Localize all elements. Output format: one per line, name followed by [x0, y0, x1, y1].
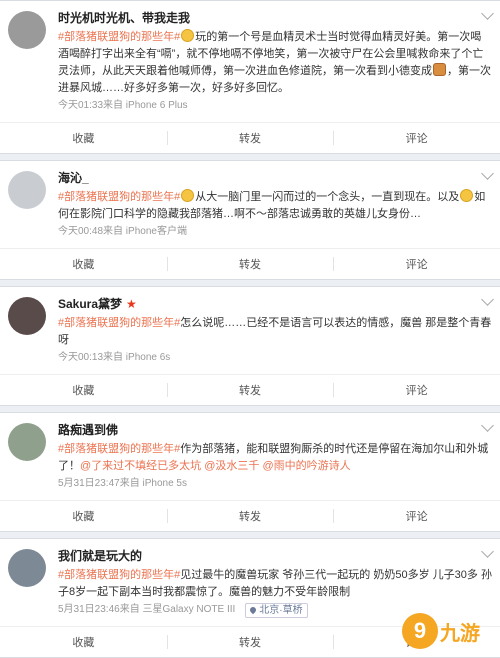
repost-button[interactable]: 转发 [166, 501, 334, 531]
post-content: 海沁_ #部落猪联盟狗的那些年# 从大一脑门里一闪而过的一个念头，一直到现在。以及如… [58, 169, 492, 240]
post-source: 来自 iPhone 5s [119, 478, 187, 489]
post-body: Sakura黛梦 ★ #部落猪联盟狗的那些年#怎么说呢……已经不是语言可以表达的情感… [0, 287, 500, 366]
location-pin-icon [249, 605, 258, 615]
post-text: #部落猪联盟狗的那些年#作为部落猪，能和联盟狗厮杀的时代还是停留在海加尔山和外城… [58, 441, 492, 475]
post-body: 海沁_ #部落猪联盟狗的那些年# 从大一脑门里一闪而过的一个念头，一直到现在。以及如… [0, 161, 500, 240]
hashtag-link[interactable]: #部落猪联盟狗的那些年# [58, 569, 180, 581]
action-bar: 收藏转发评论 [0, 248, 500, 279]
watermark-mark: 9 [402, 613, 438, 649]
post-source: 来自 iPhone 6 Plus [103, 100, 188, 111]
repost-button[interactable]: 转发 [166, 249, 334, 279]
post-source: 来自 iPhone 6s [103, 352, 171, 363]
post-body: 我们就是玩大的 #部落猪联盟狗的那些年#见过最牛的魔兽玩家 爷孙三代一起玩的 奶奶… [0, 539, 500, 618]
hashtag-link[interactable]: #部落猪联盟狗的那些年# [58, 191, 180, 203]
cat-face-emoji-icon [433, 63, 446, 76]
username-row: 海沁_ [58, 169, 492, 187]
post-content: 路痴遇到佛 #部落猪联盟狗的那些年#作为部落猪，能和联盟狗厮杀的时代还是停留在海加… [58, 421, 492, 492]
username-row: 我们就是玩大的 [58, 547, 492, 565]
post-text: #部落猪联盟狗的那些年#见过最牛的魔兽玩家 爷孙三代一起玩的 奶奶50多岁 儿子… [58, 567, 492, 601]
hashtag-link[interactable]: #部落猪联盟狗的那些年# [58, 317, 180, 329]
post-content: Sakura黛梦 ★ #部落猪联盟狗的那些年#怎么说呢……已经不是语言可以表达的情感… [58, 295, 492, 366]
repost-button[interactable]: 转发 [166, 375, 334, 405]
username-row: 时光机时光机、带我走我 [58, 9, 492, 27]
repost-button[interactable]: 转发 [166, 627, 334, 657]
post-meta: 5月31日23:47 来自 iPhone 5s [58, 476, 492, 492]
post-time[interactable]: 5月31日23:46 [58, 602, 120, 618]
hashtag-link[interactable]: #部落猪联盟狗的那些年# [58, 443, 180, 455]
smiley-emoji-icon [181, 29, 195, 42]
comment-button[interactable]: 评论 [333, 501, 500, 531]
post-meta: 今天00:48 来自 iPhone客户端 [58, 224, 492, 240]
username[interactable]: 海沁_ [58, 169, 89, 187]
post-body: 时光机时光机、带我走我 #部落猪联盟狗的那些年# 玩的第一个号是血精灵术士当时觉得血… [0, 1, 500, 114]
post-card: 海沁_ #部落猪联盟狗的那些年# 从大一脑门里一闪而过的一个念头，一直到现在。以及如… [0, 160, 500, 280]
post-meta: 今天01:33 来自 iPhone 6 Plus [58, 98, 492, 114]
location-label: 北京·草桥 [259, 604, 303, 616]
weibo-feed: 时光机时光机、带我走我 #部落猪联盟狗的那些年# 玩的第一个号是血精灵术士当时觉得血… [0, 0, 500, 658]
post-content: 我们就是玩大的 #部落猪联盟狗的那些年#见过最牛的魔兽玩家 爷孙三代一起玩的 奶奶… [58, 547, 492, 618]
username-row: 路痴遇到佛 [58, 421, 492, 439]
post-card: 时光机时光机、带我走我 #部落猪联盟狗的那些年# 玩的第一个号是血精灵术士当时觉得血… [0, 0, 500, 154]
action-bar: 收藏转发评论 [0, 374, 500, 405]
username[interactable]: 我们就是玩大的 [58, 547, 142, 565]
favorite-button[interactable]: 收藏 [0, 627, 167, 657]
post-time[interactable]: 5月31日23:47 [58, 476, 120, 492]
avatar[interactable] [8, 171, 46, 209]
avatar[interactable] [8, 11, 46, 49]
post-text: #部落猪联盟狗的那些年# 从大一脑门里一闪而过的一个念头，一直到现在。以及 如何在影… [58, 189, 492, 223]
post-card: 我们就是玩大的 #部落猪联盟狗的那些年#见过最牛的魔兽玩家 爷孙三代一起玩的 奶奶… [0, 538, 500, 658]
post-content: 时光机时光机、带我走我 #部落猪联盟狗的那些年# 玩的第一个号是血精灵术士当时觉得血… [58, 9, 492, 114]
post-text: #部落猪联盟狗的那些年#怎么说呢……已经不是语言可以表达的情感，魔兽 那是整个青… [58, 315, 492, 349]
username[interactable]: Sakura黛梦 [58, 295, 122, 313]
vip-star-icon: ★ [126, 297, 137, 311]
favorite-button[interactable]: 收藏 [0, 501, 167, 531]
action-bar: 收藏转发评论 [0, 122, 500, 153]
post-meta: 今天00:13 来自 iPhone 6s [58, 350, 492, 366]
comment-button[interactable]: 评论 [333, 375, 500, 405]
post-body: 路痴遇到佛 #部落猪联盟狗的那些年#作为部落猪，能和联盟狗厮杀的时代还是停留在海加… [0, 413, 500, 492]
repost-button[interactable]: 转发 [166, 123, 334, 153]
comment-button[interactable]: 评论 [333, 249, 500, 279]
post-card: Sakura黛梦 ★ #部落猪联盟狗的那些年#怎么说呢……已经不是语言可以表达的情感… [0, 286, 500, 406]
post-time[interactable]: 今天00:48 [58, 224, 103, 240]
favorite-button[interactable]: 收藏 [0, 375, 167, 405]
comment-button[interactable]: 评论 [333, 123, 500, 153]
avatar[interactable] [8, 549, 46, 587]
watermark-text: 九游 [440, 622, 480, 645]
post-source: 来自 iPhone客户端 [103, 226, 187, 237]
username[interactable]: 时光机时光机、带我走我 [58, 9, 190, 27]
mention-link[interactable]: @了来过不填经已多太坑 @汲水三千 @雨中的吟游诗人 [80, 460, 351, 472]
favorite-button[interactable]: 收藏 [0, 249, 167, 279]
location-tag[interactable]: 北京·草桥 [245, 602, 308, 618]
watermark-logo: 9 九游 [402, 611, 494, 651]
post-card: 路痴遇到佛 #部落猪联盟狗的那些年#作为部落猪，能和联盟狗厮杀的时代还是停留在海加… [0, 412, 500, 532]
post-time[interactable]: 今天01:33 [58, 98, 103, 114]
username[interactable]: 路痴遇到佛 [58, 421, 118, 439]
hashtag-link[interactable]: #部落猪联盟狗的那些年# [58, 31, 180, 43]
post-text-segment: 从大一脑门里一闪而过的一个念头，一直到现在。以及 [195, 191, 460, 203]
avatar[interactable] [8, 297, 46, 335]
avatar[interactable] [8, 423, 46, 461]
post-text: #部落猪联盟狗的那些年# 玩的第一个号是血精灵术士当时觉得血精灵好美。第一次喝酒喝… [58, 29, 492, 97]
post-source: 来自 三星Galaxy NOTE III [119, 604, 236, 615]
smiley-emoji-icon [181, 189, 195, 202]
favorite-button[interactable]: 收藏 [0, 123, 167, 153]
username-row: Sakura黛梦 ★ [58, 295, 492, 313]
action-bar: 收藏转发评论 [0, 500, 500, 531]
smiley-emoji-icon [460, 189, 474, 202]
post-time[interactable]: 今天00:13 [58, 350, 103, 366]
